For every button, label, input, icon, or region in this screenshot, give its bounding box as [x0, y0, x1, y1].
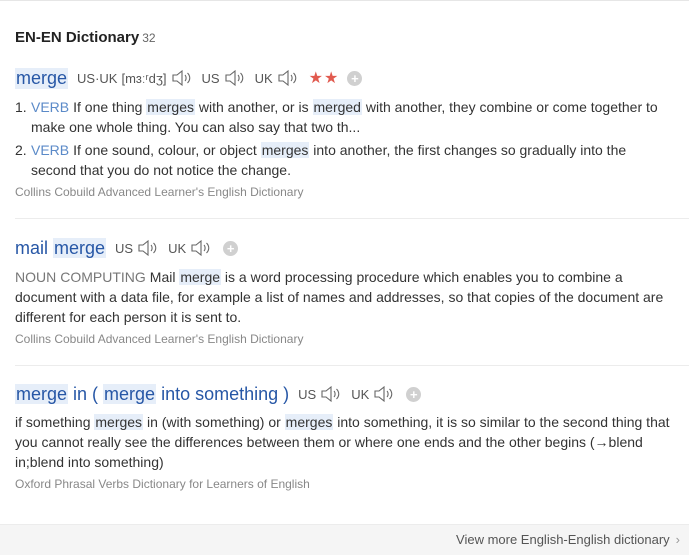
- entry-divider: [15, 218, 689, 219]
- dictionary-source: Collins Cobuild Advanced Learner's Engli…: [15, 332, 304, 346]
- dictionary-title: EN-EN Dictionary: [15, 29, 140, 46]
- sense: 1. VERB If one thing merges with another,…: [15, 97, 675, 137]
- us-label: US: [298, 386, 317, 402]
- chevron-right-icon: ›: [675, 532, 680, 547]
- footer-bar: View more English-English dictionary ›: [0, 524, 689, 555]
- dictionary-source: Collins Cobuild Advanced Learner's Engli…: [15, 185, 304, 199]
- speaker-icon[interactable]: [320, 385, 342, 403]
- sense-number: 2.: [15, 142, 27, 158]
- definition-text: If one thing: [73, 99, 147, 115]
- speaker-icon[interactable]: [137, 239, 159, 257]
- top-divider: [0, 0, 689, 1]
- speaker-icon[interactable]: [224, 69, 246, 87]
- uk-label: UK: [351, 386, 370, 402]
- headword[interactable]: merge: [15, 67, 69, 89]
- highlighted-word: merges: [94, 414, 144, 430]
- entry-divider: [15, 365, 689, 366]
- sense: NOUN COMPUTING Mail merge is a word proces…: [15, 267, 675, 327]
- view-more-label: View more English-English dictionary: [456, 532, 670, 547]
- highlighted-word: merges: [260, 142, 310, 158]
- phonetic-label: US·UK: [77, 70, 118, 86]
- dictionary-source: Oxford Phrasal Verbs Dictionary for Lear…: [15, 477, 310, 491]
- part-of-speech: VERB: [31, 99, 70, 115]
- add-to-wordbook-button[interactable]: +: [347, 70, 363, 86]
- us-label: US: [201, 70, 220, 86]
- headword-part: into something ): [156, 383, 290, 404]
- speaker-icon[interactable]: [171, 69, 193, 87]
- entry-merge-in: merge in ( merge into something ) US UK …: [15, 382, 675, 491]
- add-to-wordbook-button[interactable]: +: [223, 240, 239, 256]
- pronunciation: US UK +: [115, 239, 239, 257]
- definition-text: Mail: [149, 269, 180, 285]
- part-of-speech: NOUN: [15, 269, 57, 285]
- speaker-icon[interactable]: [277, 69, 299, 87]
- headword[interactable]: mail merge: [15, 237, 107, 259]
- part-of-speech: VERB: [31, 142, 70, 158]
- highlighted-word: merge: [103, 383, 157, 404]
- subject-field: COMPUTING: [60, 269, 146, 285]
- definition-text: if something: [15, 414, 95, 430]
- add-to-wordbook-button[interactable]: +: [406, 386, 422, 402]
- headword-part: in (: [68, 383, 104, 404]
- headword-part: mail: [15, 237, 54, 258]
- definition-text: with another, or is: [194, 99, 313, 115]
- highlighted-word: merge: [15, 383, 69, 404]
- definition-text: in (with something) or: [143, 414, 285, 430]
- sense-number: 1.: [15, 99, 27, 115]
- sense: if something merges in (with something) …: [15, 412, 675, 472]
- highlighted-word: merge: [179, 269, 222, 285]
- highlighted-word: merges: [284, 414, 334, 430]
- phonetic-text: [mɜːʳdʒ]: [121, 70, 167, 86]
- result-count: 32: [142, 31, 156, 45]
- dictionary-header: EN-EN Dictionary 32: [15, 29, 156, 46]
- pronunciation: US·UK [mɜːʳdʒ] US UK ★★ +: [77, 68, 363, 88]
- speaker-icon[interactable]: [190, 239, 212, 257]
- us-label: US: [115, 240, 134, 256]
- pronunciation: US UK +: [298, 385, 422, 403]
- speaker-icon[interactable]: [373, 385, 395, 403]
- frequency-stars: ★★: [308, 70, 340, 87]
- uk-label: UK: [168, 240, 187, 256]
- definition-text: If one sound, colour, or object: [73, 142, 261, 158]
- highlighted-word: merges: [146, 99, 195, 115]
- headword[interactable]: merge in ( merge into something ): [15, 383, 290, 405]
- view-more-link[interactable]: View more English-English dictionary ›: [456, 532, 680, 547]
- uk-label: UK: [254, 70, 273, 86]
- entry-mail-merge: mail merge US UK + NOUN COMPUTING Mail mer…: [15, 236, 675, 346]
- highlighted-word: merge: [53, 237, 107, 258]
- highlighted-word: merged: [312, 99, 362, 115]
- sense: 2. VERB If one sound, colour, or object m…: [15, 140, 675, 180]
- entry-merge: merge US·UK [mɜːʳdʒ] US UK ★★ + 1. VERB I…: [15, 66, 675, 199]
